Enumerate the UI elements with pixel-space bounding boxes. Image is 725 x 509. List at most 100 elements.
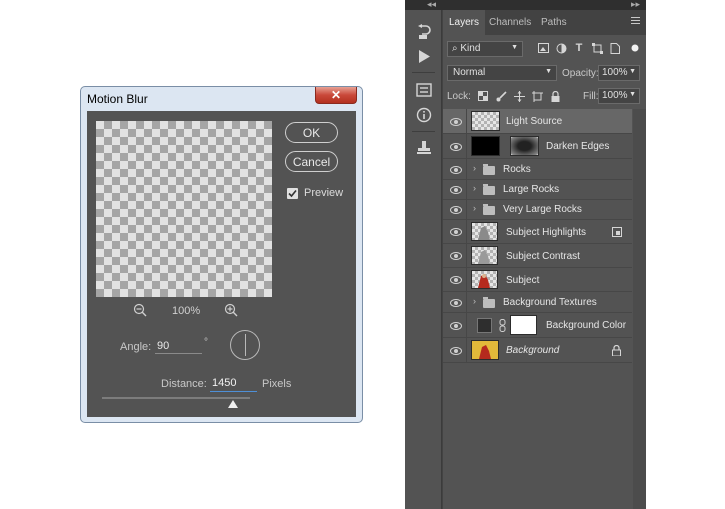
chevron-right-icon[interactable]: › [473,203,476,213]
clone-source-icon[interactable] [414,138,434,158]
visibility-eye-icon[interactable] [450,276,462,284]
panel-tabs: Layers Channels Paths [443,10,646,35]
link-chain-icon[interactable] [499,319,506,332]
ok-button[interactable]: OK [285,122,338,143]
subject-thumb-icon [478,226,490,240]
distance-input[interactable]: 1450 [210,375,257,392]
type-filter-icon[interactable]: T [573,42,585,54]
visibility-eye-icon[interactable] [450,166,462,174]
tab-channels[interactable]: Channels [483,10,537,35]
layer-group-rocks[interactable]: › Rocks [443,159,632,180]
collapse-left-icon[interactable]: ◂◂ [427,0,436,10]
angle-dial[interactable] [230,330,260,360]
chevron-right-icon[interactable]: › [473,296,476,306]
layer-row-subject-highlights[interactable]: Subject Highlights [443,220,632,244]
layers-scrollbar[interactable] [633,109,646,509]
layer-name: Large Rocks [503,184,560,195]
eye-column-divider [466,180,467,199]
layer-name: Background Textures [503,297,597,308]
collapse-right-icon[interactable]: ▸▸ [631,0,640,10]
tool-separator [412,131,435,132]
visibility-eye-icon[interactable] [450,322,462,330]
lock-label: Lock: [447,91,471,102]
distance-slider-track[interactable] [102,397,250,399]
zoom-out-icon[interactable] [133,303,147,317]
layer-row-darken-edges[interactable]: Darken Edges [443,134,632,159]
close-button[interactable]: ✕ [315,87,357,104]
subject-thumb-icon [478,274,490,288]
tab-paths[interactable]: Paths [535,10,573,35]
layer-thumbnail [471,111,500,131]
layer-name: Subject Highlights [506,227,587,238]
chevron-right-icon[interactable]: › [473,183,476,193]
layer-group-large-rocks[interactable]: › Large Rocks [443,180,632,200]
zoom-in-icon[interactable] [224,303,238,317]
layer-group-very-large-rocks[interactable]: › Very Large Rocks [443,200,632,220]
opacity-label: Opacity: [562,68,599,79]
visibility-eye-icon[interactable] [450,228,462,236]
layer-row-subject-contrast[interactable]: Subject Contrast [443,244,632,268]
shape-filter-icon[interactable] [591,42,603,54]
chevron-right-icon[interactable]: › [473,163,476,173]
filter-kind-select[interactable]: ⌕ Kind ▼ [447,41,523,57]
layer-mask-thumbnail [510,315,537,335]
tab-layers[interactable]: Layers [443,10,486,35]
panel-icon-strip [405,10,442,509]
layer-row-background-color[interactable]: Background Color [443,313,632,338]
chevron-down-icon: ▼ [629,91,636,98]
folder-icon [483,164,495,175]
lock-artboard-icon[interactable] [531,90,543,102]
eye-column-divider [466,159,467,179]
lock-move-icon[interactable] [513,90,525,102]
lock-all-icon[interactable] [549,90,561,102]
layer-row-light-source[interactable]: Light Source [443,109,632,134]
eye-column-divider [466,200,467,219]
eye-column-divider [466,338,467,362]
visibility-eye-icon[interactable] [450,186,462,194]
angle-input[interactable]: 90 [155,338,202,354]
info-icon[interactable] [414,105,434,125]
opacity-field[interactable]: 100% ▼ [598,65,640,81]
eye-column-divider [466,292,467,312]
history-icon[interactable] [414,22,434,42]
adjustment-filter-icon[interactable] [555,42,567,54]
angle-label: Angle: [120,341,152,353]
visibility-eye-icon[interactable] [450,347,462,355]
visibility-eye-icon[interactable] [450,118,462,126]
degree-symbol: ° [204,337,208,348]
lock-icon [611,345,622,356]
pixel-filter-icon[interactable] [537,42,549,54]
layer-group-background-textures[interactable]: › Background Textures [443,292,632,313]
layer-name: Darken Edges [546,141,610,152]
fill-field[interactable]: 100% ▼ [598,88,640,104]
visibility-eye-icon[interactable] [450,252,462,260]
layer-row-subject[interactable]: Subject [443,268,632,292]
panel-menu-icon[interactable] [631,17,640,26]
layer-thumbnail [471,246,498,265]
lock-transparency-icon[interactable] [477,90,489,102]
cancel-button[interactable]: Cancel [285,151,338,172]
preview-checkbox-row[interactable]: Preview [287,187,343,199]
distance-unit: Pixels [262,378,292,390]
preview-checkbox[interactable] [287,187,298,199]
smart-object-filter-icon[interactable] [609,42,621,54]
blend-mode-value: Normal [453,67,486,78]
lock-brush-icon[interactable] [495,90,507,102]
play-icon[interactable] [414,46,434,66]
layer-name: Very Large Rocks [503,204,582,215]
visibility-eye-icon[interactable] [450,299,462,307]
visibility-eye-icon[interactable] [450,143,462,151]
fill-color-swatch[interactable] [477,318,492,333]
distance-slider-thumb[interactable] [228,400,238,408]
filter-toggle-icon[interactable] [629,42,641,54]
layer-row-background[interactable]: Background [443,338,632,363]
filter-kind-value: Kind [460,43,481,54]
visibility-eye-icon[interactable] [450,206,462,214]
layer-thumbnail [471,340,499,360]
filter-preview[interactable] [96,121,272,297]
dock-topbar: ◂◂ ▸▸ [405,0,646,10]
properties-icon[interactable] [414,80,434,100]
layer-thumbnail [471,136,500,156]
blend-mode-select[interactable]: Normal ▼ [447,65,557,81]
angle-dial-needle [245,334,246,356]
